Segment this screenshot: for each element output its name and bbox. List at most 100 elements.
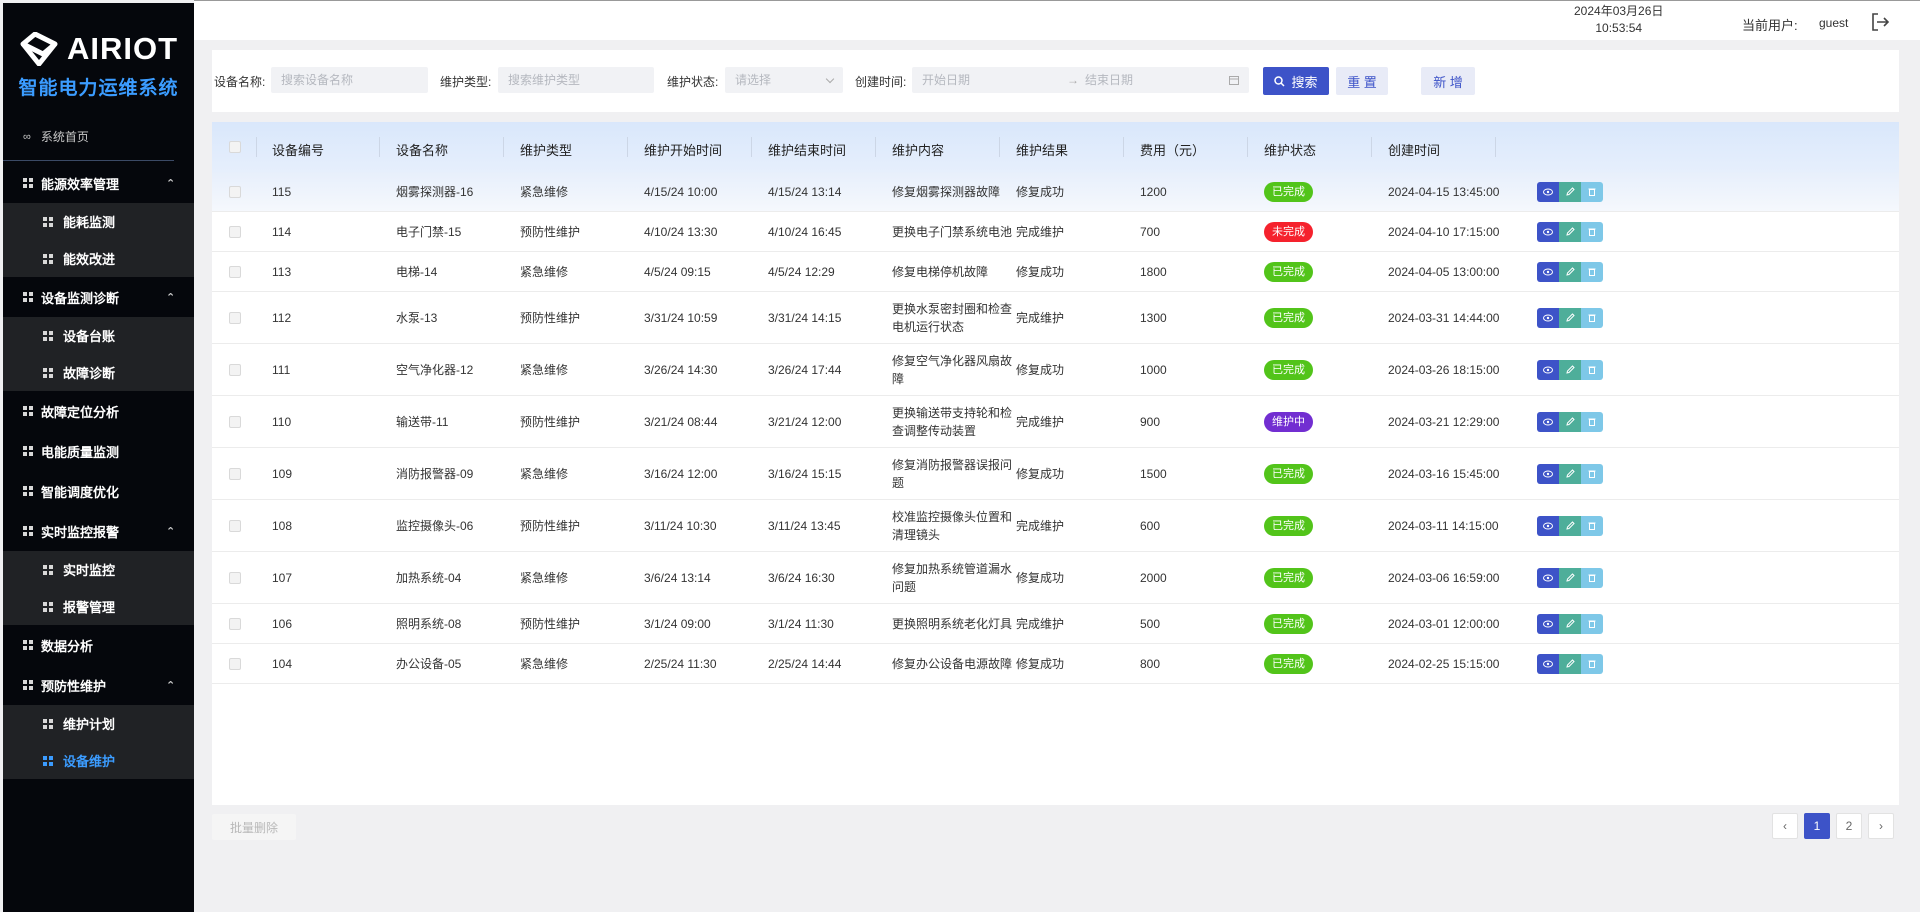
delete-button[interactable] bbox=[1581, 614, 1603, 634]
column-divider bbox=[1371, 137, 1372, 157]
sidebar-group-header[interactable]: 能源效率管理 ⌃ bbox=[3, 163, 194, 203]
row-checkbox[interactable] bbox=[229, 520, 241, 532]
search-button[interactable]: 搜索 bbox=[1263, 67, 1329, 95]
delete-button[interactable] bbox=[1581, 654, 1603, 674]
sidebar-group-header[interactable]: 实时监控报警 ⌃ bbox=[3, 511, 194, 551]
delete-button[interactable] bbox=[1581, 308, 1603, 328]
cell-maint-type: 紧急维修 bbox=[520, 467, 569, 481]
device-name-input[interactable]: 搜索设备名称 bbox=[271, 67, 428, 93]
row-checkbox[interactable] bbox=[229, 226, 241, 238]
delete-button[interactable] bbox=[1581, 464, 1603, 484]
table-row[interactable]: 109 消防报警器-09 紧急维修 3/16/24 12:00 3/16/24 15:1… bbox=[212, 448, 1899, 500]
delete-button[interactable] bbox=[1581, 412, 1603, 432]
view-button[interactable] bbox=[1537, 308, 1559, 328]
edit-button[interactable] bbox=[1559, 182, 1581, 202]
column-header: 维护类型 bbox=[520, 143, 573, 158]
eye-icon bbox=[1543, 363, 1553, 377]
sidebar-item[interactable]: 能耗监测 bbox=[3, 203, 194, 240]
delete-button[interactable] bbox=[1581, 262, 1603, 282]
sidebar-item[interactable]: 维护计划 bbox=[3, 705, 194, 742]
select-all-checkbox[interactable] bbox=[229, 141, 241, 153]
cell-content: 修复电梯停机故障 bbox=[892, 263, 988, 281]
edit-button[interactable] bbox=[1559, 262, 1581, 282]
start-date-placeholder: 开始日期 bbox=[922, 73, 971, 87]
delete-button[interactable] bbox=[1581, 516, 1603, 536]
sidebar-group-header[interactable]: 预防性维护 ⌃ bbox=[3, 665, 194, 705]
view-button[interactable] bbox=[1537, 182, 1559, 202]
row-checkbox[interactable] bbox=[229, 186, 241, 198]
next-page-button[interactable]: › bbox=[1868, 813, 1894, 839]
edit-button[interactable] bbox=[1559, 222, 1581, 242]
page-button[interactable]: 1 bbox=[1804, 813, 1830, 839]
sidebar-item-home[interactable]: ∞ 系统首页 bbox=[3, 113, 174, 161]
created-time-label: 创建时间: bbox=[855, 75, 907, 89]
edit-button[interactable] bbox=[1559, 308, 1581, 328]
table-row[interactable]: 106 照明系统-08 预防性维护 3/1/24 09:00 3/1/24 11:30 更… bbox=[212, 604, 1899, 644]
maint-type-input[interactable]: 搜索维护类型 bbox=[498, 67, 654, 93]
sidebar-group-header[interactable]: 设备监测诊断 ⌃ bbox=[3, 277, 194, 317]
current-user-label: 当前用户: bbox=[1742, 18, 1798, 33]
reset-button[interactable]: 重 置 bbox=[1336, 67, 1388, 95]
view-button[interactable] bbox=[1537, 614, 1559, 634]
edit-button[interactable] bbox=[1559, 516, 1581, 536]
sidebar-group-header[interactable]: 故障定位分析 bbox=[3, 391, 194, 431]
row-checkbox[interactable] bbox=[229, 364, 241, 376]
cell-start-time: 4/15/24 10:00 bbox=[644, 185, 718, 199]
page-button[interactable]: 2 bbox=[1836, 813, 1862, 839]
delete-button[interactable] bbox=[1581, 568, 1603, 588]
view-button[interactable] bbox=[1537, 360, 1559, 380]
sidebar-group-header[interactable]: 电能质量监测 bbox=[3, 431, 194, 471]
table-row[interactable]: 112 水泵-13 预防性维护 3/31/24 10:59 3/31/24 14:15 更… bbox=[212, 292, 1899, 344]
delete-button[interactable] bbox=[1581, 182, 1603, 202]
sidebar-item[interactable]: 故障诊断 bbox=[3, 354, 194, 391]
sidebar-item[interactable]: 能效改进 bbox=[3, 240, 194, 277]
cell-device-name: 烟雾探测器-16 bbox=[396, 185, 474, 199]
cell-end-time: 4/15/24 13:14 bbox=[768, 185, 842, 199]
edit-button[interactable] bbox=[1559, 614, 1581, 634]
table-row[interactable]: 107 加热系统-04 紧急维修 3/6/24 13:14 3/6/24 16:30 修复… bbox=[212, 552, 1899, 604]
cell-maint-type: 预防性维护 bbox=[520, 225, 581, 239]
prev-page-button[interactable]: ‹ bbox=[1772, 813, 1798, 839]
sidebar-item[interactable]: 设备台账 bbox=[3, 317, 194, 354]
sidebar-item[interactable]: 设备维护 bbox=[3, 742, 194, 779]
sidebar-item[interactable]: 报警管理 bbox=[3, 588, 194, 625]
sidebar-item[interactable]: 实时监控 bbox=[3, 551, 194, 588]
table-row[interactable]: 115 烟雾探测器-16 紧急维修 4/15/24 10:00 4/15/24 13:1… bbox=[212, 172, 1899, 212]
logout-icon[interactable] bbox=[1869, 11, 1891, 33]
view-button[interactable] bbox=[1537, 654, 1559, 674]
view-button[interactable] bbox=[1537, 412, 1559, 432]
row-checkbox[interactable] bbox=[229, 572, 241, 584]
table-row[interactable]: 114 电子门禁-15 预防性维护 4/10/24 13:30 4/10/24 16:4… bbox=[212, 212, 1899, 252]
row-checkbox[interactable] bbox=[229, 312, 241, 324]
view-button[interactable] bbox=[1537, 222, 1559, 242]
cell-created-time: 2024-03-06 16:59:00 bbox=[1388, 571, 1500, 585]
edit-button[interactable] bbox=[1559, 654, 1581, 674]
maint-status-select[interactable]: 请选择 bbox=[725, 67, 843, 93]
table-row[interactable]: 108 监控摄像头-06 预防性维护 3/11/24 10:30 3/11/24 13:… bbox=[212, 500, 1899, 552]
delete-button[interactable] bbox=[1581, 222, 1603, 242]
edit-button[interactable] bbox=[1559, 568, 1581, 588]
current-user-name: guest bbox=[1819, 16, 1849, 30]
table-row[interactable]: 104 办公设备-05 紧急维修 2/25/24 11:30 2/25/24 14:44… bbox=[212, 644, 1899, 684]
row-checkbox[interactable] bbox=[229, 618, 241, 630]
add-button[interactable]: 新 增 bbox=[1421, 67, 1475, 95]
row-checkbox[interactable] bbox=[229, 266, 241, 278]
table-row[interactable]: 113 电梯-14 紧急维修 4/5/24 09:15 4/5/24 12:29 修复电梯… bbox=[212, 252, 1899, 292]
row-checkbox[interactable] bbox=[229, 468, 241, 480]
edit-button[interactable] bbox=[1559, 360, 1581, 380]
date-range-picker[interactable]: 开始日期 → 结束日期 bbox=[912, 67, 1249, 93]
table-row[interactable]: 110 输送带-11 预防性维护 3/21/24 08:44 3/21/24 12:00… bbox=[212, 396, 1899, 448]
view-button[interactable] bbox=[1537, 262, 1559, 282]
view-button[interactable] bbox=[1537, 464, 1559, 484]
sidebar-group-header[interactable]: 数据分析 bbox=[3, 625, 194, 665]
edit-button[interactable] bbox=[1559, 412, 1581, 432]
table-row[interactable]: 111 空气净化器-12 紧急维修 3/26/24 14:30 3/26/24 17:4… bbox=[212, 344, 1899, 396]
view-button[interactable] bbox=[1537, 516, 1559, 536]
batch-delete-button[interactable]: 批量删除 bbox=[212, 814, 296, 840]
sidebar-group-header[interactable]: 智能调度优化 bbox=[3, 471, 194, 511]
edit-button[interactable] bbox=[1559, 464, 1581, 484]
view-button[interactable] bbox=[1537, 568, 1559, 588]
delete-button[interactable] bbox=[1581, 360, 1603, 380]
row-checkbox[interactable] bbox=[229, 658, 241, 670]
row-checkbox[interactable] bbox=[229, 416, 241, 428]
